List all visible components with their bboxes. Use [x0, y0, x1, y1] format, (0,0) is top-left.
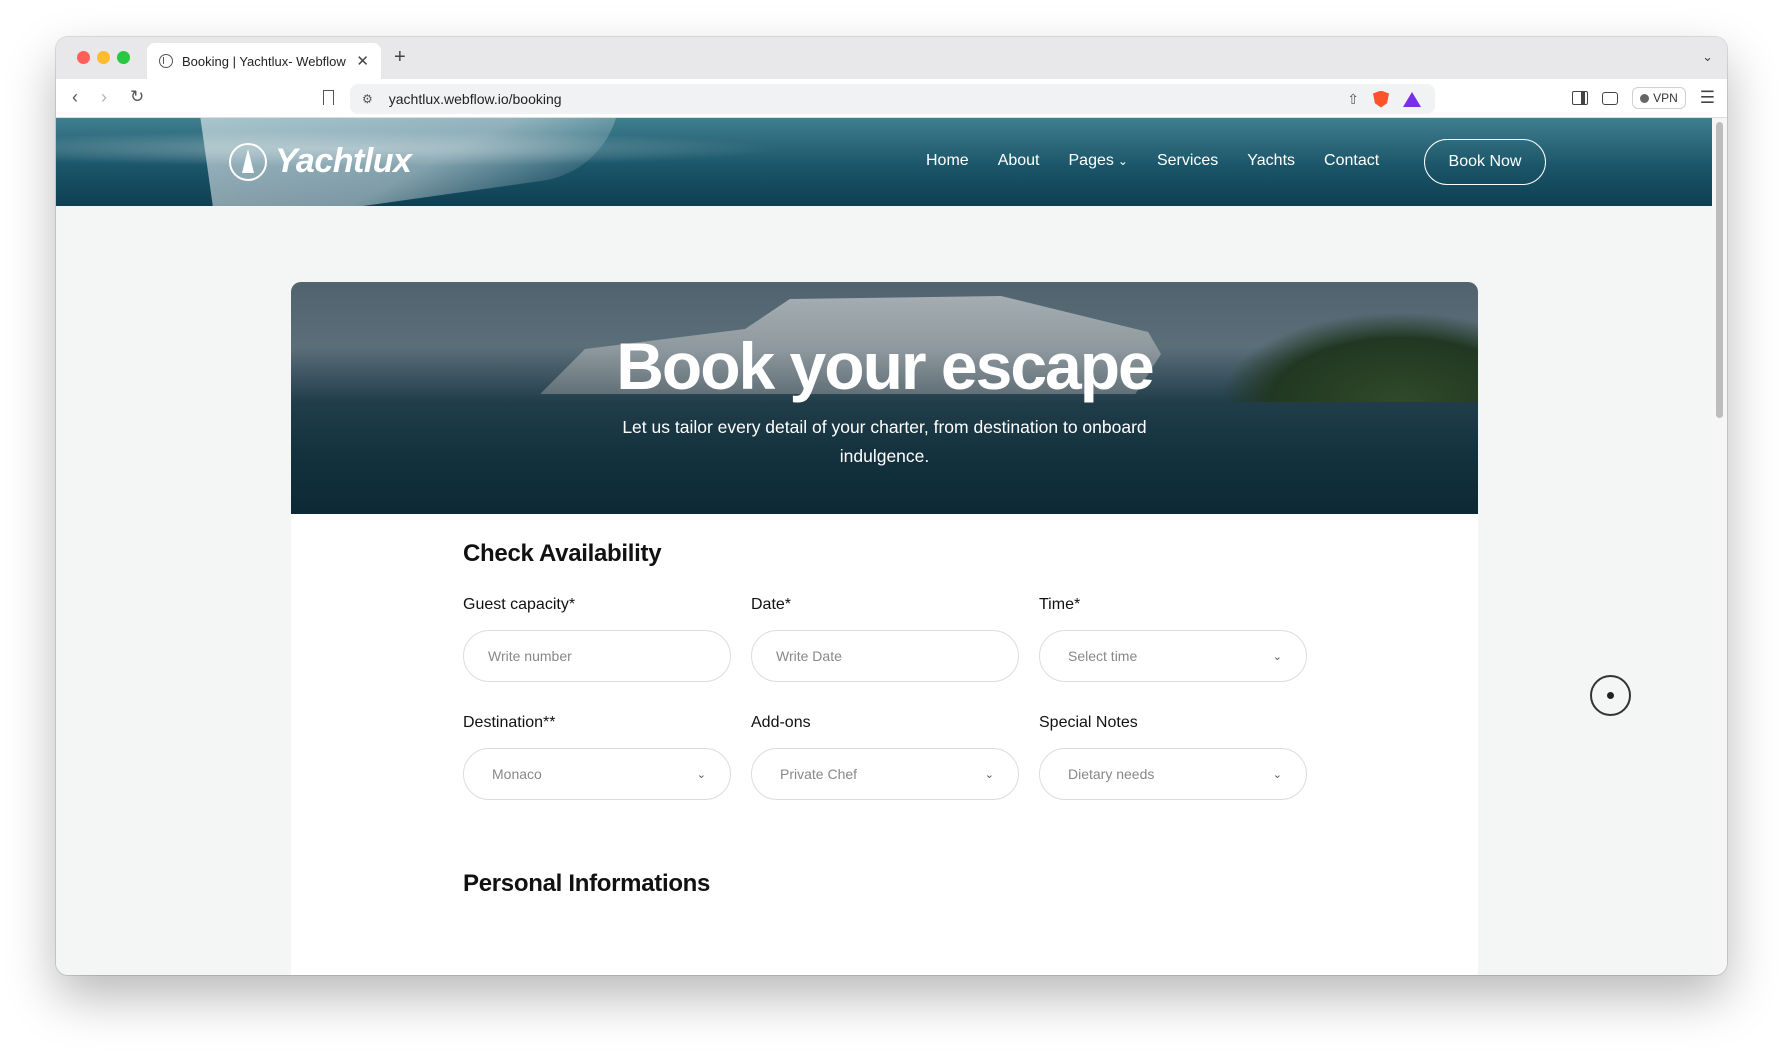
page-scrollbar[interactable] — [1712, 118, 1727, 975]
share-icon[interactable]: ⇧ — [1347, 91, 1359, 108]
main-nav: Home About Pages ⌄ Services Yachts Contac… — [926, 152, 1379, 170]
tab-list-chevron-down-icon[interactable]: ⌄ — [1702, 49, 1713, 65]
destination-select[interactable]: Monaco ⌄ — [463, 748, 731, 800]
nav-about[interactable]: About — [998, 152, 1040, 170]
cursor-follower-icon — [1590, 675, 1631, 716]
vpn-status-icon — [1640, 93, 1650, 103]
add-ons-select[interactable]: Private Chef ⌄ — [751, 748, 1019, 800]
site-header: Yachtlux Home About Pages ⌄ Services Yach… — [56, 118, 1712, 206]
site-favicon-icon — [159, 54, 173, 68]
date-input[interactable]: Write Date — [751, 630, 1019, 682]
brave-rewards-icon[interactable] — [1403, 91, 1421, 107]
site-logo[interactable]: Yachtlux — [229, 142, 412, 181]
url-text[interactable]: yachtlux.webflow.io/booking — [389, 91, 1348, 107]
close-window-button[interactable] — [77, 51, 90, 64]
nav-pages[interactable]: Pages ⌄ — [1069, 152, 1128, 170]
page-viewport: Yachtlux Home About Pages ⌄ Services Yach… — [56, 118, 1712, 975]
logo-text: Yachtlux — [275, 142, 412, 180]
sidebar-toggle-icon[interactable] — [1572, 91, 1589, 105]
add-ons-label: Add-ons — [751, 714, 811, 731]
chevron-down-icon: ⌄ — [984, 768, 994, 781]
tab-title: Booking | Yachtlux- Webflow — [182, 53, 346, 69]
book-now-button[interactable]: Book Now — [1424, 139, 1546, 185]
chevron-down-icon: ⌄ — [1272, 768, 1282, 781]
nav-services[interactable]: Services — [1157, 152, 1218, 170]
tab-close-icon[interactable]: ✕ — [356, 52, 369, 70]
hero-banner: Book your escape Let us tailor every det… — [291, 282, 1478, 514]
new-tab-button[interactable]: + — [394, 46, 406, 69]
browser-toolbar: ‹ › ↻ ⚙ yachtlux.webflow.io/booking ⇧ VP… — [56, 79, 1727, 118]
site-settings-icon[interactable]: ⚙ — [362, 92, 373, 106]
bookmark-icon[interactable] — [323, 90, 334, 105]
personal-informations-heading: Personal Informations — [463, 870, 711, 897]
address-bar[interactable]: ⚙ yachtlux.webflow.io/booking ⇧ — [350, 84, 1435, 114]
special-notes-select[interactable]: Dietary needs ⌄ — [1039, 748, 1307, 800]
nav-pages-label: Pages — [1068, 152, 1114, 169]
minimize-window-button[interactable] — [97, 51, 110, 64]
browser-window: Booking | Yachtlux- Webflow ✕ + ⌄ ‹ › ↻ … — [56, 37, 1727, 975]
booking-card: Book your escape Let us tailor every det… — [291, 282, 1478, 975]
chevron-right-icon[interactable]: › — [101, 87, 107, 108]
maximize-window-button[interactable] — [117, 51, 130, 64]
time-select-value: Select time — [1068, 648, 1138, 664]
tab-booking[interactable]: Booking | Yachtlux- Webflow ✕ — [147, 43, 381, 79]
sailboat-logo-icon — [229, 142, 267, 181]
time-select[interactable]: Select time ⌄ — [1039, 630, 1307, 682]
destination-select-value: Monaco — [492, 766, 542, 782]
brave-shields-icon[interactable] — [1373, 90, 1389, 108]
chevron-down-icon: ⌄ — [696, 768, 706, 781]
wallet-icon[interactable] — [1602, 91, 1619, 105]
special-notes-select-value: Dietary needs — [1068, 766, 1155, 782]
chevron-left-icon[interactable]: ‹ — [72, 87, 78, 108]
nav-home[interactable]: Home — [926, 152, 969, 170]
nav-yachts[interactable]: Yachts — [1247, 152, 1295, 170]
hamburger-menu-icon[interactable]: ☰ — [1700, 88, 1715, 108]
page-title: Book your escape — [616, 329, 1155, 403]
vpn-button[interactable]: VPN — [1632, 87, 1686, 109]
reload-icon[interactable]: ↻ — [130, 87, 144, 107]
add-ons-select-value: Private Chef — [780, 766, 858, 782]
vpn-label: VPN — [1653, 91, 1678, 105]
date-label: Date* — [751, 596, 792, 613]
guest-capacity-input[interactable]: Write number — [463, 630, 731, 682]
check-availability-heading: Check Availability — [463, 540, 662, 567]
hero-subtitle: Let us tailor every detail of your chart… — [622, 417, 1147, 466]
chevron-down-icon: ⌄ — [1272, 650, 1282, 663]
destination-label: Destination** — [463, 714, 556, 731]
special-notes-label: Special Notes — [1039, 714, 1138, 731]
tab-strip: Booking | Yachtlux- Webflow ✕ + ⌄ — [56, 37, 1727, 79]
guest-capacity-label: Guest capacity* — [463, 596, 576, 613]
nav-contact[interactable]: Contact — [1324, 152, 1379, 170]
chevron-down-icon: ⌄ — [1117, 154, 1128, 168]
scrollbar-thumb[interactable] — [1716, 122, 1723, 418]
time-label: Time* — [1039, 596, 1081, 613]
